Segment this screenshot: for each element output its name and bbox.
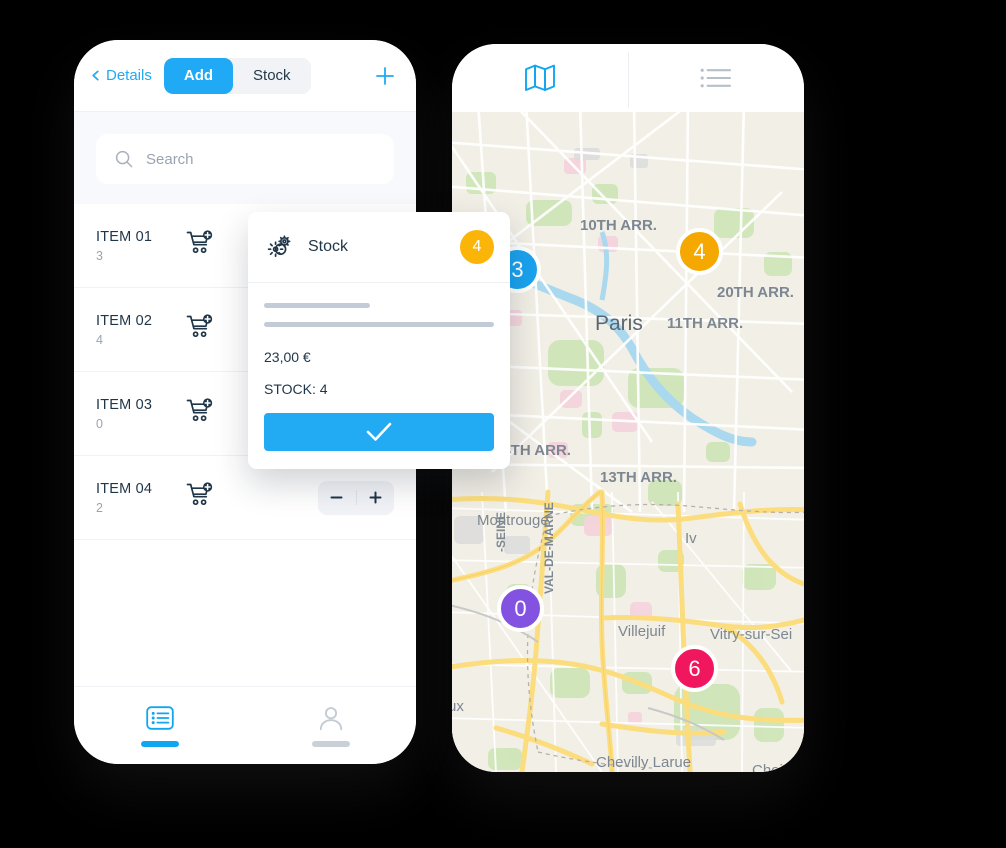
item-qty: 3	[96, 249, 103, 264]
cart-add-icon[interactable]	[186, 314, 214, 345]
tab-map[interactable]	[452, 44, 628, 112]
placeholder-bar	[264, 303, 370, 308]
cart-add-icon[interactable]	[186, 398, 214, 429]
item-name: ITEM 03	[96, 396, 153, 413]
bottom-navigation	[74, 686, 416, 764]
search-placeholder: Search	[146, 150, 194, 168]
map-icon	[525, 64, 555, 91]
confirm-button[interactable]	[264, 413, 494, 451]
nav-tab-list[interactable]	[74, 687, 245, 764]
item-name: ITEM 01	[96, 228, 153, 245]
decrement-button[interactable]	[318, 481, 356, 515]
check-icon	[366, 422, 392, 441]
back-to-details-button[interactable]: Details	[90, 67, 152, 84]
segmented-control: Add Stock	[163, 57, 311, 94]
item-qty: 0	[96, 417, 103, 432]
item-name: ITEM 02	[96, 312, 153, 329]
map-marker[interactable]: 4	[676, 228, 723, 275]
increment-button[interactable]	[357, 481, 395, 515]
cart-add-icon[interactable]	[186, 230, 214, 261]
chevron-left-icon	[92, 70, 99, 81]
tab-add[interactable]: Add	[163, 57, 234, 94]
item-texts: ITEM 04 2	[96, 480, 174, 515]
placeholder-bar	[264, 322, 494, 327]
tab-list[interactable]	[628, 44, 804, 112]
list-icon	[145, 705, 174, 730]
plus-icon	[376, 66, 394, 85]
stock-card-header: Stock 4	[248, 212, 510, 283]
back-label: Details	[106, 67, 152, 84]
stock-card-badge: 4	[460, 230, 494, 264]
list-icon	[700, 68, 732, 88]
cart-add-icon[interactable]	[186, 482, 214, 513]
item-qty: 2	[96, 501, 103, 516]
search-zone: Search	[74, 112, 416, 204]
quantity-stepper	[318, 480, 395, 515]
stock-popup-card: Stock 4 23,00 € STOCK: 4	[248, 212, 510, 469]
stock-price: 23,00 €	[264, 349, 311, 365]
search-input[interactable]: Search	[96, 134, 394, 184]
stock-card-body: 23,00 € STOCK: 4	[248, 283, 510, 469]
item-qty: 4	[96, 333, 103, 348]
tab-stock[interactable]: Stock	[233, 58, 311, 94]
add-item-button[interactable]	[370, 61, 400, 91]
nav-tab-profile[interactable]	[245, 687, 416, 764]
stock-card-title: Stock	[308, 238, 349, 255]
search-icon	[115, 150, 133, 168]
person-icon	[319, 706, 342, 730]
screenshot-root: Details Add Stock Search ITEM 01 3 ITEM …	[0, 0, 1006, 848]
item-name: ITEM 04	[96, 480, 153, 497]
nav-active-indicator	[140, 740, 179, 747]
topbar-divider	[628, 52, 629, 108]
right-phone-topbar	[452, 44, 804, 112]
gears-icon	[267, 235, 291, 258]
plus-icon	[369, 491, 382, 504]
map-marker[interactable]: 6	[671, 645, 718, 692]
item-texts: ITEM 02 4	[96, 312, 174, 347]
stock-count: STOCK: 4	[264, 381, 328, 397]
left-phone-topbar: Details Add Stock	[74, 40, 416, 112]
map-marker[interactable]: 0	[497, 585, 544, 632]
item-texts: ITEM 01 3	[96, 228, 174, 263]
nav-inactive-indicator	[311, 740, 350, 747]
minus-icon	[330, 496, 343, 499]
item-texts: ITEM 03 0	[96, 396, 174, 431]
